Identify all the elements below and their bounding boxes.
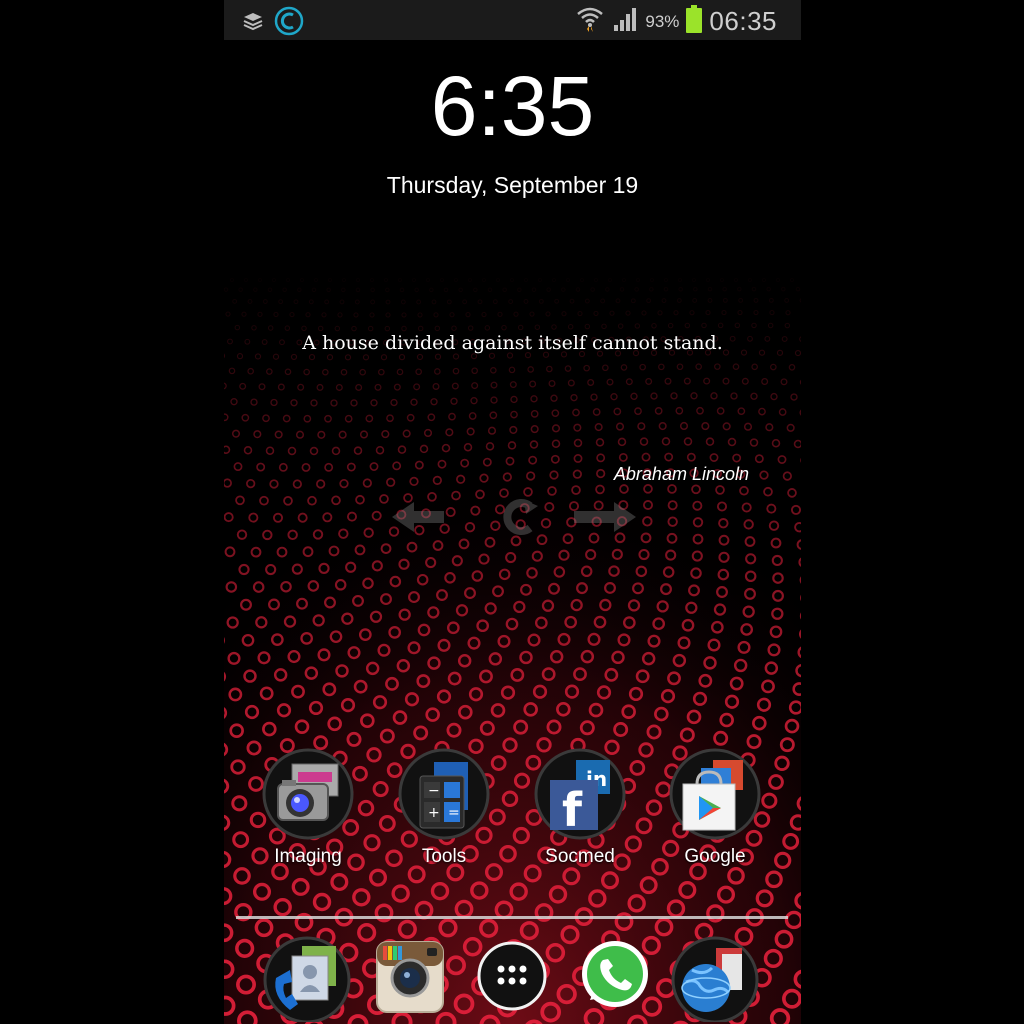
folder-tools[interactable]: − + = Tools <box>384 748 504 868</box>
battery-percent: 93% <box>645 11 680 31</box>
folder-google[interactable]: Google <box>655 748 775 868</box>
svg-text:f: f <box>562 783 583 837</box>
whatsapp-icon <box>582 941 648 1007</box>
dock-app-drawer[interactable] <box>468 934 558 1022</box>
phone-screen: 93% 06:35 6:35 Thursday, September 19 A … <box>224 0 801 1024</box>
folder-label: Socmed <box>545 846 615 867</box>
dock-instagram[interactable] <box>367 934 457 1022</box>
dock-browser[interactable] <box>670 934 760 1024</box>
svg-text:−: − <box>428 783 440 799</box>
status-bar: 93% 06:35 <box>224 0 801 40</box>
quote-controls <box>392 499 636 535</box>
folder-label: Google <box>684 846 746 867</box>
dock-phone-contacts[interactable] <box>262 934 352 1024</box>
dock-whatsapp[interactable] <box>570 934 660 1022</box>
quote-text: A house divided against itself cannot st… <box>302 332 723 354</box>
svg-text:=: = <box>448 805 460 821</box>
folder-label: Tools <box>421 846 467 867</box>
facebook-icon: in f <box>534 748 626 840</box>
next-arrow-icon[interactable] <box>574 502 636 532</box>
clock-widget-date: Thursday, September 19 <box>386 172 639 198</box>
svg-text:+: + <box>428 805 440 821</box>
browser-globe-icon <box>671 936 759 1024</box>
layers-icon <box>242 10 264 37</box>
app-drawer-icon <box>477 941 547 1011</box>
dock-divider <box>236 916 788 919</box>
wifi-icon <box>575 4 605 39</box>
refresh-icon[interactable] <box>503 499 538 535</box>
camera-icon <box>262 748 354 840</box>
quote-author: Abraham Lincoln <box>613 464 749 484</box>
clock-widget-time[interactable]: 6:35 <box>224 58 801 155</box>
phone-contacts-icon <box>263 936 351 1024</box>
instagram-icon <box>376 941 444 1013</box>
battery-icon <box>685 4 703 39</box>
folder-label: Imaging <box>274 846 342 867</box>
folder-imaging[interactable]: Imaging <box>248 748 368 868</box>
previous-arrow-icon[interactable] <box>392 502 444 532</box>
status-bar-time: 06:35 <box>709 6 777 36</box>
calculator-icon: − + = <box>398 748 490 840</box>
play-store-icon <box>669 748 761 840</box>
folder-socmed[interactable]: in f Socmed <box>520 748 640 868</box>
c-app-icon <box>274 6 304 41</box>
signal-icon <box>611 5 639 38</box>
